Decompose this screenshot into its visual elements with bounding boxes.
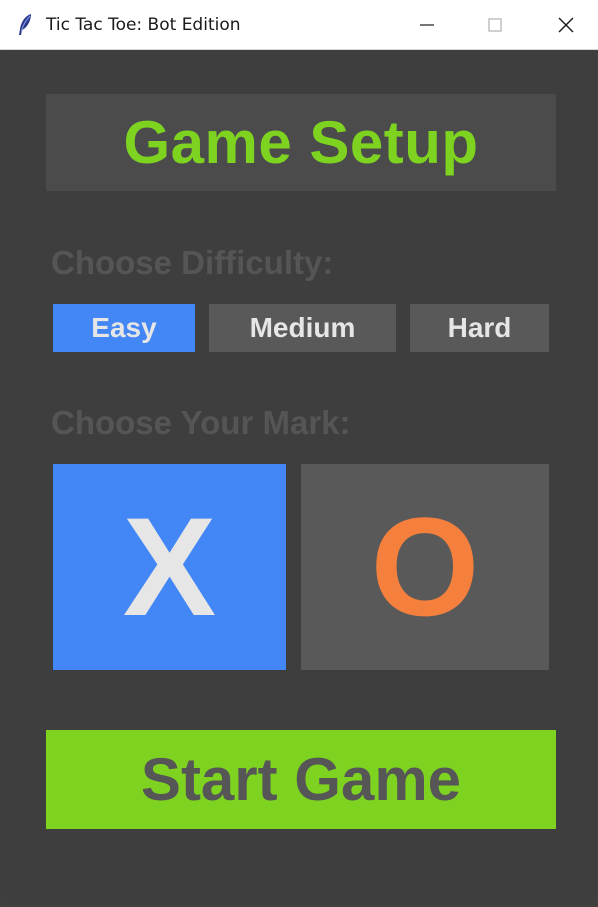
close-button[interactable] [531,0,598,50]
maximize-button[interactable] [460,0,530,50]
page-title: Game Setup [123,109,479,176]
close-icon [558,17,574,33]
window-title: Tic Tac Toe: Bot Edition [46,15,241,35]
title-bar: Tic Tac Toe: Bot Edition [0,0,598,50]
difficulty-label: Choose Difficulty: [51,244,334,281]
minimize-icon [420,24,434,26]
mark-label: Choose Your Mark: [51,404,351,441]
maximize-icon [488,18,502,32]
setup-header: Game Setup [46,94,556,191]
mark-o-button[interactable]: O [301,464,549,670]
minimize-button[interactable] [392,0,462,50]
start-game-button[interactable]: Start Game [46,730,556,829]
mark-x-button[interactable]: X [53,464,286,670]
difficulty-hard-button[interactable]: Hard [410,304,549,352]
difficulty-easy-button[interactable]: Easy [53,304,195,352]
feather-icon [19,14,31,35]
difficulty-medium-button[interactable]: Medium [209,304,396,352]
